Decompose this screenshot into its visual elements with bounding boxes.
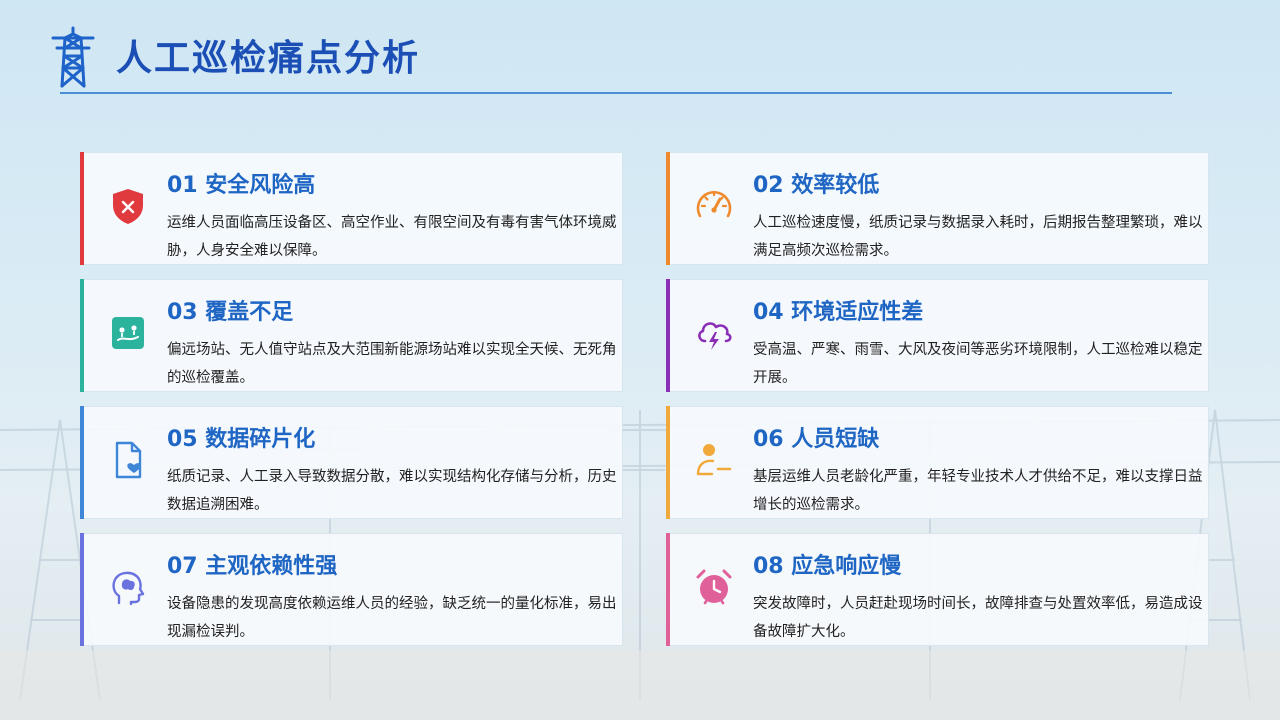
card-description: 设备隐患的发现高度依赖运维人员的经验，缺乏统一的量化标准，易出现漏检误判。 [167,596,617,640]
pain-point-grid: 01 安全风险高 运维人员面临高压设备区、高空作业、有限空间及有毒有害气体环境威… [0,0,1280,720]
user-minus-icon [693,439,735,481]
card-accent-bar [666,279,670,392]
card-accent-bar [80,533,84,646]
card-title: 02 效率较低 [753,173,880,198]
pain-point-card: 01 安全风险高 运维人员面临高压设备区、高空作业、有限空间及有毒有害气体环境威… [80,152,623,265]
card-description: 运维人员面临高压设备区、高空作业、有限空间及有毒有害气体环境威胁，人身安全难以保… [167,215,617,259]
pain-point-card: 08 应急响应慢 突发故障时，人员赶赴现场时间长，故障排查与处置效率低，易造成设… [666,533,1209,646]
card-title: 05 数据碎片化 [167,427,316,452]
card-accent-bar [80,406,84,519]
card-accent-bar [80,279,84,392]
card-title: 08 应急响应慢 [753,554,902,579]
card-accent-bar [666,152,670,265]
shield-x-icon [107,185,149,227]
pain-point-card: 07 主观依赖性强 设备隐患的发现高度依赖运维人员的经验，缺乏统一的量化标准，易… [80,533,623,646]
card-description: 偏远场站、无人值守站点及大范围新能源场站难以实现全天候、无死角的巡检覆盖。 [167,342,617,386]
map-pins-icon [107,312,149,354]
card-accent-bar [666,533,670,646]
card-description: 基层运维人员老龄化严重，年轻专业技术人才供给不足，难以支撑日益增长的巡检需求。 [753,469,1203,513]
pain-point-card: 03 覆盖不足 偏远场站、无人值守站点及大范围新能源场站难以实现全天候、无死角的… [80,279,623,392]
card-title: 01 安全风险高 [167,173,316,198]
pain-point-card: 02 效率较低 人工巡检速度慢，纸质记录与数据录入耗时，后期报告整理繁琐，难以满… [666,152,1209,265]
card-description: 受高温、严寒、雨雪、大风及夜间等恶劣环境限制，人工巡检难以稳定开展。 [753,342,1203,386]
head-thought-icon [107,566,149,608]
speedometer-icon [693,185,735,227]
card-title: 04 环境适应性差 [753,300,924,325]
card-title: 06 人员短缺 [753,427,880,452]
card-title: 07 主观依赖性强 [167,554,338,579]
alarm-clock-icon [693,566,735,608]
pain-point-card: 06 人员短缺 基层运维人员老龄化严重，年轻专业技术人才供给不足，难以支撑日益增… [666,406,1209,519]
pain-point-card: 05 数据碎片化 纸质记录、人工录入导致数据分散，难以实现结构化存储与分析，历史… [80,406,623,519]
card-description: 突发故障时，人员赶赴现场时间长，故障排查与处置效率低，易造成设备故障扩大化。 [753,596,1203,640]
pain-point-card: 04 环境适应性差 受高温、严寒、雨雪、大风及夜间等恶劣环境限制，人工巡检难以稳… [666,279,1209,392]
card-title: 03 覆盖不足 [167,300,294,325]
card-accent-bar [666,406,670,519]
card-description: 人工巡检速度慢，纸质记录与数据录入耗时，后期报告整理繁琐，难以满足高频次巡检需求… [753,215,1203,259]
storm-cloud-icon [693,312,735,354]
card-accent-bar [80,152,84,265]
card-description: 纸质记录、人工录入导致数据分散，难以实现结构化存储与分析，历史数据追溯困难。 [167,469,617,513]
document-heart-icon [107,439,149,481]
